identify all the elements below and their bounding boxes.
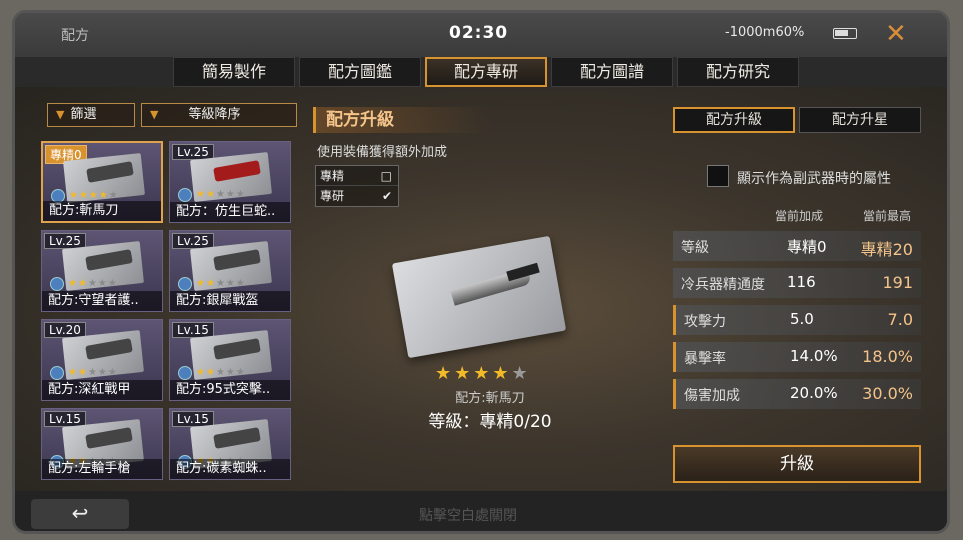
bottom-bar: ↩ 點擊空白處關閉	[15, 491, 947, 531]
stat-current: 專精0	[787, 238, 827, 256]
tab-recipe-upgrade[interactable]: 配方升級	[673, 107, 795, 133]
stat-max: 30.0%	[862, 384, 913, 403]
recipe-card[interactable]: Lv.20 ★★★★★ 配方:深紅戰甲	[41, 319, 163, 401]
close-icon[interactable]: ✕	[885, 19, 907, 49]
clock: 02:30	[449, 23, 509, 43]
recipe-card[interactable]: Lv.15 ★★★★★ 配方:左輪手槍	[41, 408, 163, 480]
chevron-down-icon: ▼	[150, 108, 159, 121]
recipe-card[interactable]: 專精0 ★★★★★ 配方:斬馬刀	[41, 141, 163, 223]
card-name: 配方:95式突擊..	[170, 380, 290, 400]
card-name: 配方:碳素蜘蛛..	[170, 459, 290, 479]
card-name: 配方:左輪手槍	[42, 459, 162, 479]
stat-current: 20.0%	[790, 384, 838, 402]
option-label: 專精	[320, 169, 345, 183]
tab-bar: 簡易製作 配方圖鑑 配方專研 配方圖譜 配方研究	[173, 57, 799, 87]
stat-row-level: 等級 專精0 專精20	[673, 231, 921, 261]
star-rating: ★★★★★	[68, 278, 118, 289]
stat-max: 191	[882, 273, 913, 292]
star-rating: ★★★★★	[435, 363, 531, 384]
column-max: 當前最高	[863, 209, 912, 223]
badge-icon	[178, 277, 192, 291]
secondary-weapon-checkbox[interactable]	[707, 165, 729, 187]
filter-label: 篩選	[70, 107, 97, 122]
back-button[interactable]: ↩	[31, 499, 129, 529]
badge-icon	[178, 188, 192, 202]
star-rating: ★★★★★	[68, 367, 118, 378]
stat-current: 14.0%	[790, 347, 838, 365]
column-current: 當前加成	[775, 209, 824, 223]
stat-row-mastery: 冷兵器精通度 116 191	[673, 268, 921, 298]
stat-max: 專精20	[860, 240, 913, 259]
main-content: ▼ 篩選 ▼ 等級降序 專精0 ★★★★★ 配方:斬馬刀 Lv.25 ★★★★★ 配…	[15, 87, 947, 491]
card-name: 配方：仿生巨蛇..	[170, 202, 290, 222]
stat-label: 攻擊力	[684, 314, 726, 330]
star-rating: ★★★★★	[69, 190, 119, 201]
option-label: 專研	[320, 189, 345, 203]
check-icon: ✔	[381, 189, 392, 203]
item-level: 等級：專精0/20	[428, 412, 552, 432]
option-list: 專精 □ 專研 ✔	[315, 165, 399, 207]
star-rating: ★★★★★	[196, 189, 246, 200]
tab-recipe-research[interactable]: 配方專研	[425, 57, 547, 87]
card-name: 配方:守望者護..	[42, 291, 162, 311]
top-bar: 配方 02:30 -1000m60% ✕	[15, 13, 947, 57]
recipe-card[interactable]: Lv.15 ★★★★★ 配方:95式突擊..	[169, 319, 291, 401]
recipe-card[interactable]: Lv.25 ★★★★★ 配方:銀犀戰盔	[169, 230, 291, 312]
stat-max: 7.0	[887, 310, 913, 329]
tab-simple-craft[interactable]: 簡易製作	[173, 57, 295, 87]
stat-label: 冷兵器精通度	[681, 277, 765, 293]
item-name: 配方:斬馬刀	[455, 391, 525, 406]
sort-button[interactable]: ▼ 等級降序	[141, 103, 297, 127]
sort-label: 等級降序	[188, 107, 241, 122]
option-research[interactable]: 專研 ✔	[316, 186, 398, 206]
stat-row-crit: 暴擊率 14.0% 18.0%	[673, 342, 921, 372]
close-hint[interactable]: 點擊空白處關閉	[419, 505, 517, 525]
tab-recipe-study[interactable]: 配方研究	[677, 57, 799, 87]
recipe-card[interactable]: Lv.15 ★★★★★ 配方:碳素蜘蛛..	[169, 408, 291, 480]
tab-recipe-star-up[interactable]: 配方升星	[799, 107, 921, 133]
back-icon: ↩	[71, 501, 89, 525]
stat-current: 5.0	[790, 310, 814, 328]
recipe-card[interactable]: Lv.25 ★★★★★ 配方：仿生巨蛇..	[169, 141, 291, 223]
stat-label: 傷害加成	[684, 388, 740, 404]
section-title: 配方升級	[313, 107, 493, 133]
status-text: -1000m60%	[725, 25, 805, 40]
card-name: 配方:斬馬刀	[43, 201, 161, 221]
checkbox-empty-icon: □	[380, 169, 392, 183]
badge-icon	[50, 366, 64, 380]
option-specialize[interactable]: 專精 □	[316, 166, 398, 186]
stat-row-attack: 攻擊力 5.0 7.0	[673, 305, 921, 335]
secondary-weapon-label: 顯示作為副武器時的屬性	[737, 171, 891, 187]
battery-icon	[833, 28, 857, 39]
card-name: 配方:深紅戰甲	[42, 380, 162, 400]
stat-label: 暴擊率	[684, 351, 726, 367]
tab-recipe-catalog[interactable]: 配方圖鑑	[299, 57, 421, 87]
badge-icon	[50, 277, 64, 291]
badge-icon	[178, 366, 192, 380]
window-title: 配方	[61, 28, 89, 44]
star-rating: ★★★★★	[196, 278, 246, 289]
stat-row-damage-bonus: 傷害加成 20.0% 30.0%	[673, 379, 921, 409]
tab-recipe-spectrum[interactable]: 配方圖譜	[551, 57, 673, 87]
stat-max: 18.0%	[862, 347, 913, 366]
stat-current: 116	[787, 273, 816, 291]
stat-label: 等級	[681, 240, 709, 256]
card-name: 配方:銀犀戰盔	[170, 291, 290, 311]
filter-button[interactable]: ▼ 篩選	[47, 103, 135, 127]
chevron-down-icon: ▼	[56, 108, 65, 121]
star-rating: ★★★★★	[196, 367, 246, 378]
game-window: 配方 02:30 -1000m60% ✕ 簡易製作 配方圖鑑 配方專研 配方圖譜…	[12, 10, 950, 534]
upgrade-button[interactable]: 升級	[673, 445, 921, 483]
recipe-card[interactable]: Lv.25 ★★★★★ 配方:守望者護..	[41, 230, 163, 312]
section-subtitle: 使用裝備獲得額外加成	[317, 145, 448, 160]
